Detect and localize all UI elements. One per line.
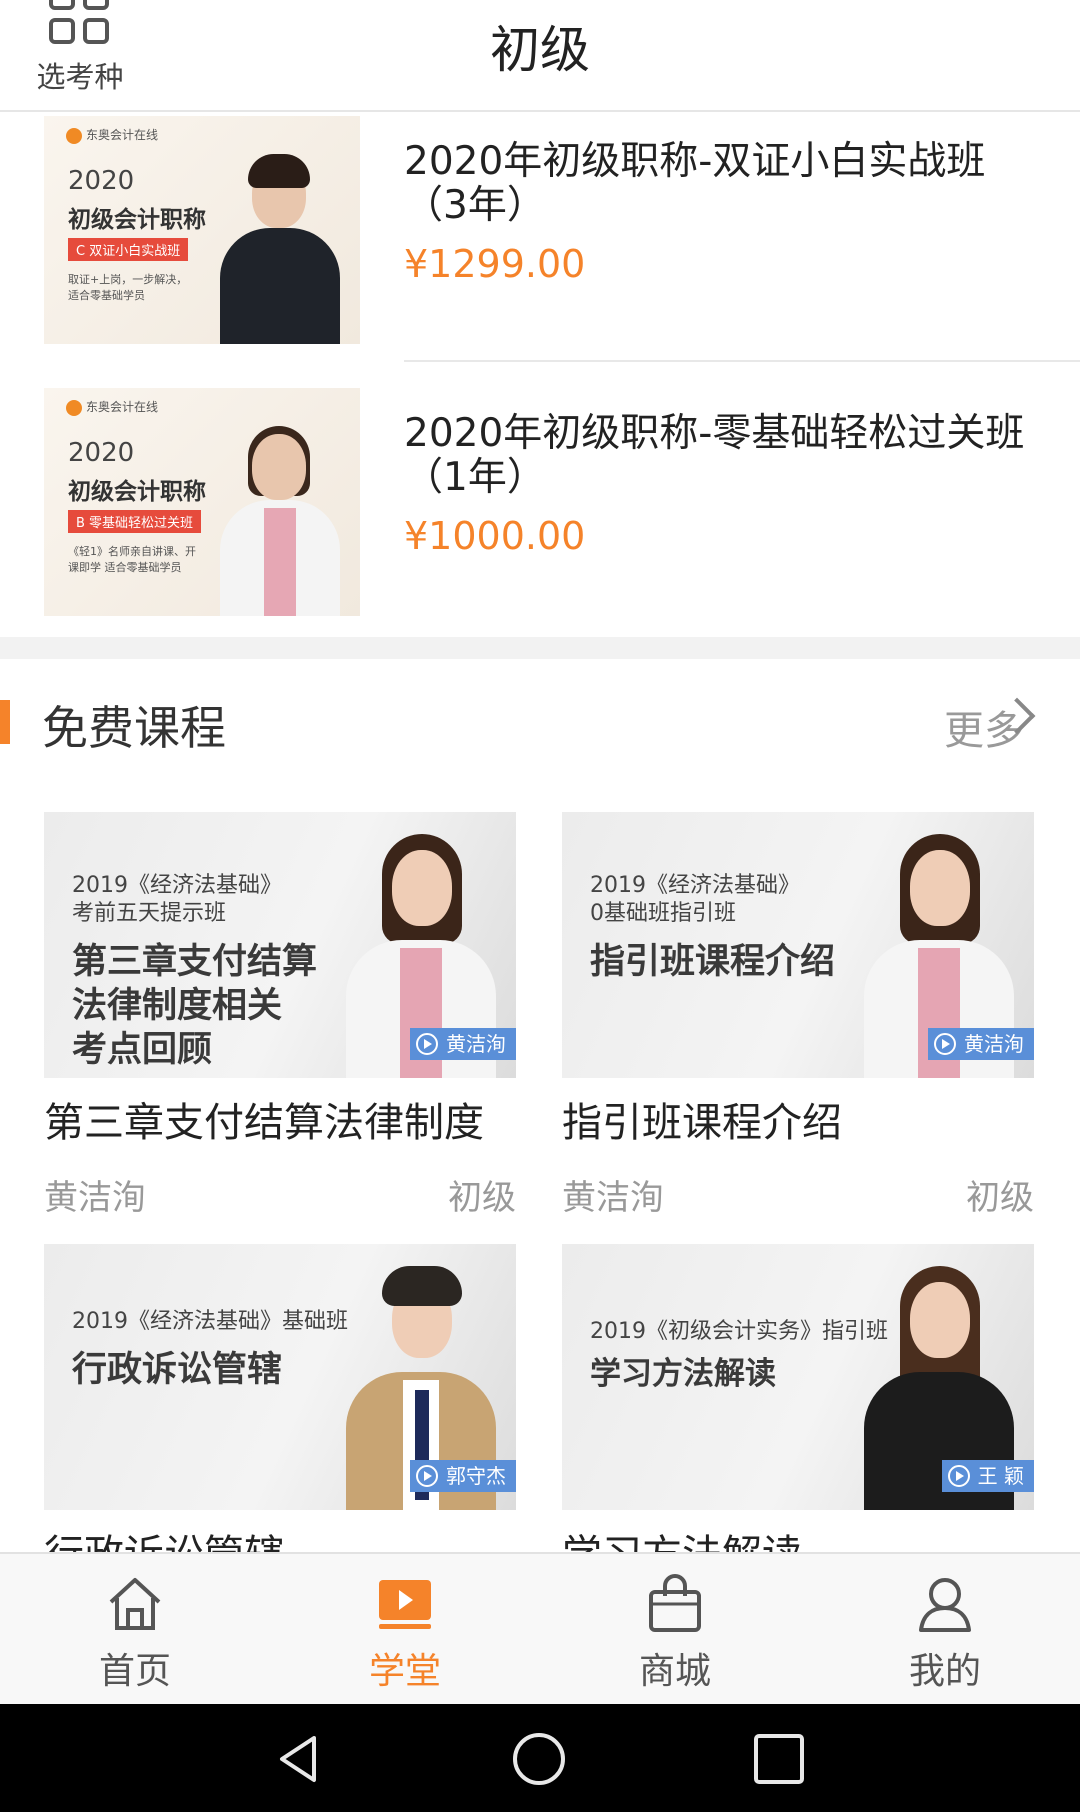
course-list-item[interactable]: 东奥会计在线 2020 初级会计职称 B 零基础轻松过关班 《轻1》名师亲自讲课… [0,384,1080,656]
thumb-tag: C 双证小白实战班 [68,238,189,261]
home-icon [109,1578,161,1630]
course-title: 行政诉讼管辖 [44,1522,516,1552]
play-icon [416,1464,438,1487]
thumb-headline: 第三章支付结算 法律制度相关 考点回顾 [72,942,318,1070]
course-thumbnail: 2019《经济法基础》 0基础班指引班 指引班课程介绍 黄洁洵 [562,812,1034,1078]
thumb-subtitle: 2019《初级会计实务》指引班 [590,1319,888,1344]
tab-classroom[interactable]: 学堂 [270,1554,540,1706]
course-title: 学习方法解读 [562,1522,1034,1552]
thumb-title: 初级会计职称 [68,479,206,505]
teacher-badge: 黄洁洵 [410,1028,516,1060]
course-title: 第三章支付结算法律制度 [44,1100,484,1146]
course-thumbnail: 东奥会计在线 2020 初级会计职称 C 双证小白实战班 取证+上岗，一步解决，… [44,116,360,344]
shop-bag-icon [649,1574,701,1632]
teacher-badge: 黄洁洵 [928,1028,1034,1060]
thumb-headline: 行政诉讼管辖 [72,1350,283,1390]
course-title: 指引班课程介绍 [562,1100,842,1146]
brand-logo: 东奥会计在线 [66,398,158,416]
course-name: 2020年初级职称-双证小白实战班（3年） [404,139,986,228]
course-level: 初级 [966,1178,1034,1218]
top-header: 选考种 初级 [0,0,1080,112]
profile-icon [919,1578,971,1632]
course-name: 2020年初级职称-零基础轻松过关班（1年） [404,411,1025,500]
tab-home[interactable]: 首页 [0,1554,270,1706]
home-circle-icon[interactable] [512,1732,566,1786]
course-thumbnail: 2019《经济法基础》 考前五天提示班 第三章支付结算 法律制度相关 考点回顾 … [44,812,516,1078]
tab-profile[interactable]: 我的 [810,1554,1080,1706]
free-course-card[interactable]: 2019《经济法基础》 考前五天提示班 第三章支付结算 法律制度相关 考点回顾 … [44,812,516,1232]
thumb-desc: 《轻1》名师亲自讲课、开课即学 适合零基础学员 [68,545,196,574]
thumb-headline: 学习方法解读 [590,1356,776,1392]
play-icon [416,1032,438,1055]
thumb-subtitle: 2019《经济法基础》 考前五天提示班 [72,873,282,926]
system-nav-bar [0,1704,1080,1812]
teacher-badge: 王 颖 [941,1460,1034,1492]
teacher-badge: 郭守杰 [410,1460,516,1492]
thumb-subtitle: 2019《经济法基础》基础班 [72,1309,348,1334]
tab-label: 首页 [98,1651,171,1692]
tab-label: 学堂 [368,1651,441,1692]
course-thumbnail: 东奥会计在线 2020 初级会计职称 B 零基础轻松过关班 《轻1》名师亲自讲课… [44,388,360,616]
thumb-desc: 取证+上岗，一步解决，适合零基础学员 [68,273,188,302]
tab-shop[interactable]: 商城 [540,1554,810,1706]
page-title: 初级 [490,21,590,79]
course-list-item[interactable]: 东奥会计在线 2020 初级会计职称 C 双证小白实战班 取证+上岗，一步解决，… [0,112,1080,384]
thumb-tag: B 零基础轻松过关班 [68,510,202,533]
back-icon[interactable] [272,1732,326,1786]
thumb-subtitle: 2019《经济法基础》 0基础班指引班 [590,873,800,926]
course-price: ¥1000.00 [404,514,586,558]
free-course-card[interactable]: 2019《经济法基础》 0基础班指引班 指引班课程介绍 黄洁洵 指引班课程介绍 … [562,812,1034,1232]
section-title: 免费课程 [42,701,226,755]
course-level: 初级 [448,1178,516,1218]
thumb-headline: 指引班课程介绍 [590,942,836,982]
teacher-photo [220,426,340,616]
classroom-icon [379,1580,431,1629]
tab-label: 我的 [908,1651,981,1692]
play-icon [934,1032,956,1055]
thumb-year: 2020 [68,166,135,196]
course-thumbnail: 2019《初级会计实务》指引班 学习方法解读 王 颖 [562,1244,1034,1510]
tab-label: 商城 [638,1651,711,1692]
play-icon [947,1464,970,1487]
section-accent-bar [0,700,10,744]
list-divider [404,360,1080,362]
section-gap [0,637,1080,659]
free-course-card[interactable]: 2019《经济法基础》基础班 行政诉讼管辖 郭守杰 行政诉讼管辖 [44,1244,516,1552]
brand-logo: 东奥会计在线 [66,126,158,144]
teacher-name: 黄洁洵 [562,1178,664,1218]
teacher-photo [220,154,340,344]
bottom-tab-bar: 首页 学堂 商城 我的 [0,1552,1080,1704]
course-price: ¥1299.00 [404,242,586,286]
thumb-year: 2020 [68,438,135,468]
thumb-title: 初级会计职称 [68,207,206,233]
recents-icon[interactable] [752,1732,806,1786]
course-thumbnail: 2019《经济法基础》基础班 行政诉讼管辖 郭守杰 [44,1244,516,1510]
teacher-name: 黄洁洵 [44,1178,146,1218]
free-course-card[interactable]: 2019《初级会计实务》指引班 学习方法解读 王 颖 学习方法解读 [562,1244,1034,1552]
